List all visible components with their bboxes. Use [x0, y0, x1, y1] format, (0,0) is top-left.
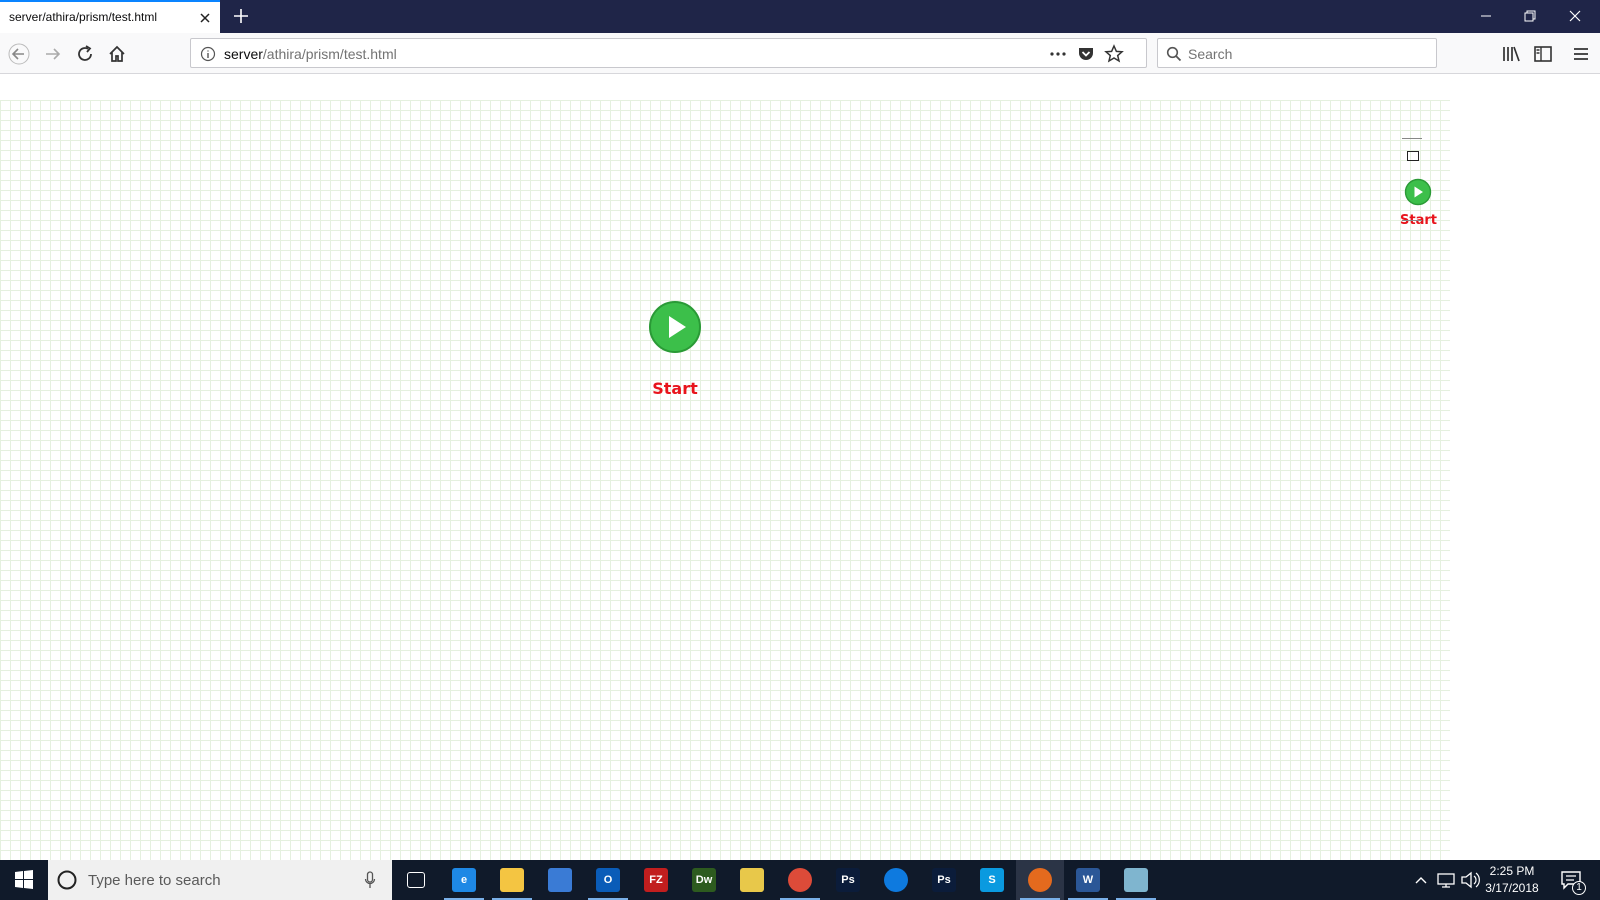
bookmark-star-icon[interactable] — [1104, 44, 1124, 64]
play-icon[interactable] — [648, 300, 702, 354]
minimize-icon[interactable] — [1478, 8, 1494, 24]
taskbar-app-photoshop[interactable]: Ps — [920, 860, 968, 900]
palette-divider — [1402, 220, 1422, 221]
taskbar-app-filezilla[interactable]: FZ — [632, 860, 680, 900]
windows-taskbar: e O FZ Dw Ps Ps S W 2:25 PM 3/17/2018 1 — [0, 860, 1600, 900]
filezilla-icon: FZ — [644, 868, 668, 892]
taskbar-app-app-generic[interactable] — [1112, 860, 1160, 900]
rectangle-tool-icon[interactable] — [1407, 151, 1419, 161]
microphone-icon[interactable] — [364, 871, 376, 889]
file-explorer-icon — [500, 868, 524, 892]
word-icon: W — [1076, 868, 1100, 892]
back-icon[interactable] — [8, 43, 30, 65]
tab-title: server/athira/prism/test.html — [9, 10, 158, 24]
navigation-toolbar: server/athira/prism/test.html — [0, 33, 1600, 74]
taskbar-app-dreamweaver[interactable]: Dw — [680, 860, 728, 900]
action-center[interactable]: 1 — [1558, 860, 1590, 900]
menu-icon[interactable] — [1570, 43, 1592, 65]
taskbar-app-outlook[interactable]: O — [584, 860, 632, 900]
clock-date: 3/17/2018 — [1485, 881, 1539, 895]
reload-icon[interactable] — [74, 43, 96, 65]
taskbar-app-edge[interactable]: e — [440, 860, 488, 900]
start-node-label: Start — [652, 379, 698, 398]
taskbar-app-file-explorer[interactable] — [488, 860, 536, 900]
mini-play-icon — [1404, 178, 1432, 206]
notification-badge: 1 — [1572, 881, 1586, 895]
search-input[interactable] — [1188, 44, 1428, 64]
taskbar-app-skype[interactable]: S — [968, 860, 1016, 900]
chrome-icon — [788, 868, 812, 892]
start-node[interactable]: Start — [648, 300, 702, 398]
taskbar-app-notes[interactable] — [728, 860, 776, 900]
notes-icon — [740, 868, 764, 892]
taskbar-app-firefox[interactable] — [1016, 860, 1064, 900]
home-icon[interactable] — [106, 43, 128, 65]
taskbar-search[interactable] — [48, 860, 392, 900]
diagram-canvas[interactable]: Start Start — [0, 100, 1450, 860]
windows-start-icon[interactable] — [0, 860, 48, 900]
palette-divider — [1402, 138, 1422, 139]
taskbar-search-input[interactable] — [88, 869, 348, 891]
photoshop-dark-icon: Ps — [836, 868, 860, 892]
library-icon[interactable] — [1500, 43, 1522, 65]
close-tab-icon[interactable] — [198, 11, 212, 25]
skype-icon: S — [980, 868, 1004, 892]
search-bar[interactable] — [1157, 38, 1437, 68]
search-icon — [1166, 46, 1182, 62]
page-content: Start Start — [0, 74, 1600, 860]
dreamweaver-icon: Dw — [692, 868, 716, 892]
taskbar-app-teamviewer[interactable] — [872, 860, 920, 900]
show-hidden-icons-icon[interactable] — [1413, 860, 1429, 900]
sidebar-icon[interactable] — [1532, 43, 1554, 65]
taskbar-app-photoshop-dark[interactable]: Ps — [824, 860, 872, 900]
browser-tab[interactable]: server/athira/prism/test.html — [0, 0, 220, 33]
firefox-icon — [1028, 868, 1052, 892]
store-icon — [548, 868, 572, 892]
cortana-icon — [57, 870, 77, 890]
site-info-icon[interactable] — [200, 46, 216, 62]
url-text[interactable]: server/athira/prism/test.html — [224, 46, 397, 62]
edge-icon: e — [452, 868, 476, 892]
new-tab-icon[interactable] — [232, 7, 250, 25]
app-generic-icon — [1124, 868, 1148, 892]
taskbar-app-store[interactable] — [536, 860, 584, 900]
clock-time: 2:25 PM — [1489, 864, 1535, 878]
network-icon[interactable] — [1436, 860, 1456, 900]
taskbar-app-chrome[interactable] — [776, 860, 824, 900]
taskbar-app-task-view[interactable] — [392, 860, 440, 900]
task-view-icon — [407, 872, 425, 888]
page-actions-icon[interactable] — [1049, 46, 1067, 62]
forward-icon[interactable] — [42, 43, 64, 65]
taskbar-app-word[interactable]: W — [1064, 860, 1112, 900]
teamviewer-icon — [884, 868, 908, 892]
address-bar[interactable]: server/athira/prism/test.html — [190, 38, 1147, 68]
photoshop-icon: Ps — [932, 868, 956, 892]
outlook-icon: O — [596, 868, 620, 892]
restore-icon[interactable] — [1522, 8, 1538, 24]
tab-strip: server/athira/prism/test.html — [0, 0, 1600, 33]
close-window-icon[interactable] — [1567, 8, 1583, 24]
shape-palette: Start — [1396, 132, 1437, 228]
pocket-icon[interactable] — [1077, 45, 1095, 63]
system-clock[interactable]: 2:25 PM 3/17/2018 — [1468, 863, 1556, 897]
